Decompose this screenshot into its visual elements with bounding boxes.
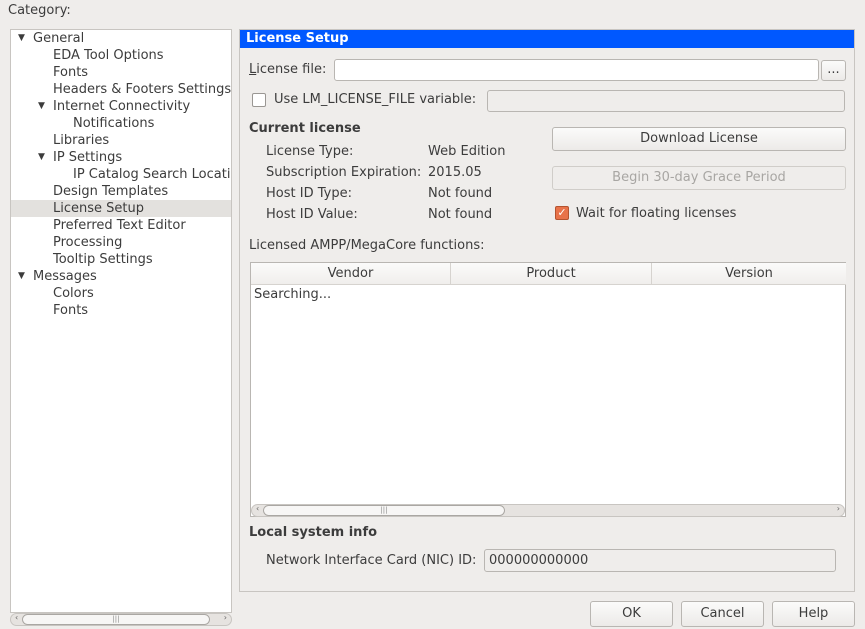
category-label: Category: bbox=[8, 3, 71, 18]
wait-floating-licenses-label: Wait for floating licenses bbox=[576, 206, 737, 221]
tree-item[interactable]: Preferred Text Editor bbox=[11, 217, 231, 234]
tree-item[interactable]: Fonts bbox=[11, 64, 231, 81]
tree-horizontal-scrollbar[interactable]: ‹ ||| › bbox=[10, 613, 232, 626]
tree-item[interactable]: ▼ Messages bbox=[11, 268, 231, 285]
tree-item-label: Headers & Footers Settings bbox=[53, 82, 232, 97]
subscription-expiration-label: Subscription Expiration: bbox=[266, 165, 422, 180]
scroll-left-icon[interactable]: ‹ bbox=[256, 504, 259, 513]
tree-item[interactable]: ▼ Internet Connectivity bbox=[11, 98, 231, 115]
tree-item[interactable]: Processing bbox=[11, 234, 231, 251]
host-id-type-label: Host ID Type: bbox=[266, 186, 352, 201]
tree-item-label: Colors bbox=[53, 286, 94, 301]
tree-item[interactable]: IP Catalog Search Locations bbox=[11, 166, 231, 183]
scrollbar-thumb[interactable]: ||| bbox=[22, 614, 210, 625]
scrollbar-thumb[interactable]: ||| bbox=[263, 505, 505, 516]
tree-item-label: Notifications bbox=[73, 116, 155, 131]
licensed-functions-label: Licensed AMPP/MegaCore functions: bbox=[249, 238, 485, 253]
scroll-left-icon[interactable]: ‹ bbox=[15, 613, 18, 622]
license-type-value: Web Edition bbox=[428, 144, 506, 159]
tree-item[interactable]: Fonts bbox=[11, 302, 231, 319]
expand-arrow-icon[interactable]: ▼ bbox=[18, 30, 25, 47]
tree-item[interactable]: Headers & Footers Settings bbox=[11, 81, 231, 98]
tree-item-label: Fonts bbox=[53, 65, 89, 80]
column-header-product[interactable]: Product bbox=[451, 263, 652, 285]
lm-license-file-input[interactable] bbox=[487, 90, 845, 112]
licensed-functions-table[interactable]: Vendor Product Version Searching... ‹ ||… bbox=[250, 262, 846, 517]
ok-button[interactable]: OK bbox=[590, 601, 673, 627]
tree-item-label: Fonts bbox=[53, 303, 89, 318]
use-lm-license-checkbox[interactable] bbox=[252, 93, 266, 107]
tree-item[interactable]: License Setup bbox=[11, 200, 231, 217]
panel-title: License Setup bbox=[240, 30, 854, 48]
category-tree[interactable]: ▼ General EDA Tool Options Fonts Headers & F… bbox=[10, 29, 232, 613]
table-horizontal-scrollbar[interactable]: ‹ ||| › bbox=[251, 504, 845, 517]
use-lm-license-label: Use LM_LICENSE_FILE variable: bbox=[274, 92, 477, 107]
tree-item[interactable]: ▼ General bbox=[11, 30, 231, 47]
local-system-info-heading: Local system info bbox=[249, 525, 378, 540]
tree-item[interactable]: Design Templates bbox=[11, 183, 231, 200]
tree-item-label: Design Templates bbox=[53, 184, 169, 199]
tree-item-label: General bbox=[33, 31, 85, 46]
tree-item[interactable]: Libraries bbox=[11, 132, 231, 149]
scroll-right-icon[interactable]: › bbox=[224, 613, 227, 622]
tree-item-label: IP Settings bbox=[53, 150, 123, 165]
column-header-vendor[interactable]: Vendor bbox=[251, 263, 451, 285]
tree-item[interactable]: Notifications bbox=[11, 115, 231, 132]
host-id-value-value: Not found bbox=[428, 207, 493, 222]
browse-button[interactable]: ... bbox=[821, 60, 846, 81]
tree-item-label: Libraries bbox=[53, 133, 110, 148]
host-id-value-label: Host ID Value: bbox=[266, 207, 358, 222]
license-file-input[interactable] bbox=[334, 59, 819, 81]
cancel-button[interactable]: Cancel bbox=[681, 601, 764, 627]
tree-item-label: Tooltip Settings bbox=[53, 252, 153, 267]
license-setup-panel: License Setup License file: ... Use LM_L… bbox=[239, 29, 855, 592]
expand-arrow-icon[interactable]: ▼ bbox=[38, 149, 45, 166]
license-file-label: License file: bbox=[249, 62, 327, 77]
tree-item[interactable]: ▼ IP Settings bbox=[11, 149, 231, 166]
subscription-expiration-value: 2015.05 bbox=[428, 165, 482, 180]
license-type-label: License Type: bbox=[266, 144, 354, 159]
nic-id-label: Network Interface Card (NIC) ID: bbox=[266, 553, 477, 568]
tree-item-label: Preferred Text Editor bbox=[53, 218, 186, 233]
current-license-heading: Current license bbox=[249, 121, 361, 136]
tree-item-label: EDA Tool Options bbox=[53, 48, 164, 63]
column-header-version[interactable]: Version bbox=[652, 263, 846, 285]
tree-item-label: IP Catalog Search Locations bbox=[73, 167, 231, 182]
scroll-right-icon[interactable]: › bbox=[837, 504, 840, 513]
expand-arrow-icon[interactable]: ▼ bbox=[38, 98, 45, 115]
tree-item-label: License Setup bbox=[53, 201, 144, 216]
wait-floating-licenses-checkbox[interactable]: ✓ bbox=[555, 206, 569, 220]
download-license-button[interactable]: Download License bbox=[552, 127, 846, 151]
status-text: Searching... bbox=[254, 287, 332, 302]
tree-item[interactable]: Tooltip Settings bbox=[11, 251, 231, 268]
help-button[interactable]: Help bbox=[772, 601, 855, 627]
host-id-type-value: Not found bbox=[428, 186, 493, 201]
tree-item-label: Messages bbox=[33, 269, 97, 284]
nic-id-field[interactable]: 000000000000 bbox=[484, 549, 836, 572]
tree-item-label: Processing bbox=[53, 235, 123, 250]
tree-item-label: Internet Connectivity bbox=[53, 99, 191, 114]
tree-item[interactable]: Colors bbox=[11, 285, 231, 302]
expand-arrow-icon[interactable]: ▼ bbox=[18, 268, 25, 285]
begin-grace-period-button[interactable]: Begin 30-day Grace Period bbox=[552, 166, 846, 190]
tree-item[interactable]: EDA Tool Options bbox=[11, 47, 231, 64]
